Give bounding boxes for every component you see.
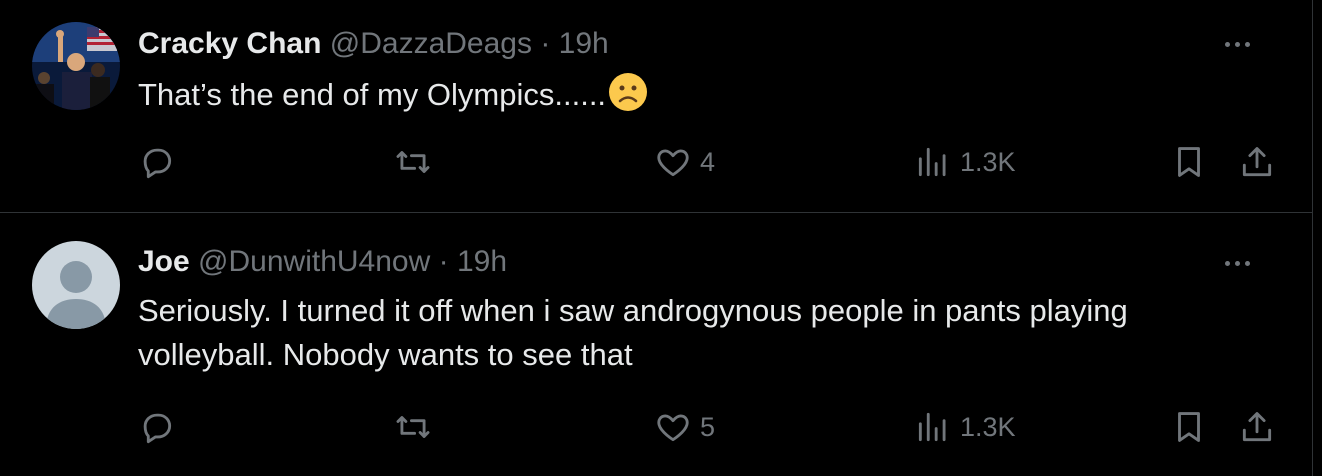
bookmark-button[interactable]: [1170, 142, 1208, 182]
heart-icon: [657, 149, 689, 177]
separator: ·: [540, 27, 551, 60]
retweet-icon: [396, 416, 430, 438]
user-handle[interactable]: @DunwithU4now: [198, 245, 430, 278]
default-avatar-icon: [32, 241, 120, 329]
reply-icon: [143, 148, 172, 179]
view-count: 1.3K: [960, 146, 1016, 177]
display-name[interactable]: Cracky Chan: [138, 27, 321, 60]
retweet-button[interactable]: [394, 407, 440, 447]
tweet-actions: 4 1.3K: [138, 142, 1278, 182]
tweet-text: That’s the end of my Olympics......: [138, 72, 1258, 117]
reply-icon: [143, 413, 172, 444]
frowning-face-emoji-icon: [608, 72, 648, 112]
like-count: 5: [700, 411, 716, 442]
tweet-feed: Cracky Chan @DazzaDeags · 19h That’s the…: [0, 0, 1313, 476]
heart-icon: [657, 414, 689, 442]
user-handle[interactable]: @DazzaDeags: [330, 27, 532, 60]
retweet-icon: [396, 151, 430, 173]
tweet[interactable]: Cracky Chan @DazzaDeags · 19h That’s the…: [0, 0, 1313, 212]
views-button[interactable]: 1.3K: [914, 142, 1016, 182]
tweet-actions: 5 1.3K: [138, 407, 1278, 447]
more-options-icon[interactable]: [1225, 34, 1261, 54]
like-count: 4: [700, 146, 716, 177]
avatar[interactable]: [32, 22, 120, 110]
display-name[interactable]: Joe: [138, 245, 190, 278]
scrollbar[interactable]: [1312, 0, 1322, 476]
separator: ·: [438, 245, 449, 278]
tweet-header: Joe @DunwithU4now · 19h: [138, 244, 507, 280]
like-button[interactable]: 4: [654, 142, 715, 182]
bookmark-icon: [1178, 412, 1200, 442]
share-icon: [1242, 147, 1272, 177]
like-button[interactable]: 5: [654, 407, 715, 447]
tweet[interactable]: Joe @DunwithU4now · 19h Seriously. I tur…: [0, 213, 1313, 476]
timestamp[interactable]: 19h: [559, 27, 609, 60]
share-icon: [1242, 412, 1272, 442]
share-button[interactable]: [1238, 407, 1276, 447]
views-chart-icon: [918, 147, 946, 177]
reply-button[interactable]: [138, 142, 184, 182]
avatar-photo-icon: [32, 22, 120, 110]
retweet-button[interactable]: [394, 142, 440, 182]
view-count: 1.3K: [960, 411, 1016, 442]
bookmark-button[interactable]: [1170, 407, 1208, 447]
views-button[interactable]: 1.3K: [914, 407, 1016, 447]
tweet-text: Seriously. I turned it off when i saw an…: [138, 293, 1128, 372]
timestamp[interactable]: 19h: [457, 245, 507, 278]
bookmark-icon: [1178, 147, 1200, 177]
tweet-text-content: That’s the end of my Olympics......: [138, 77, 607, 112]
tweet-header: Cracky Chan @DazzaDeags · 19h: [138, 26, 609, 62]
avatar[interactable]: [32, 241, 120, 329]
views-chart-icon: [918, 412, 946, 442]
share-button[interactable]: [1238, 142, 1276, 182]
reply-button[interactable]: [138, 407, 184, 447]
more-options-icon[interactable]: [1225, 253, 1261, 273]
